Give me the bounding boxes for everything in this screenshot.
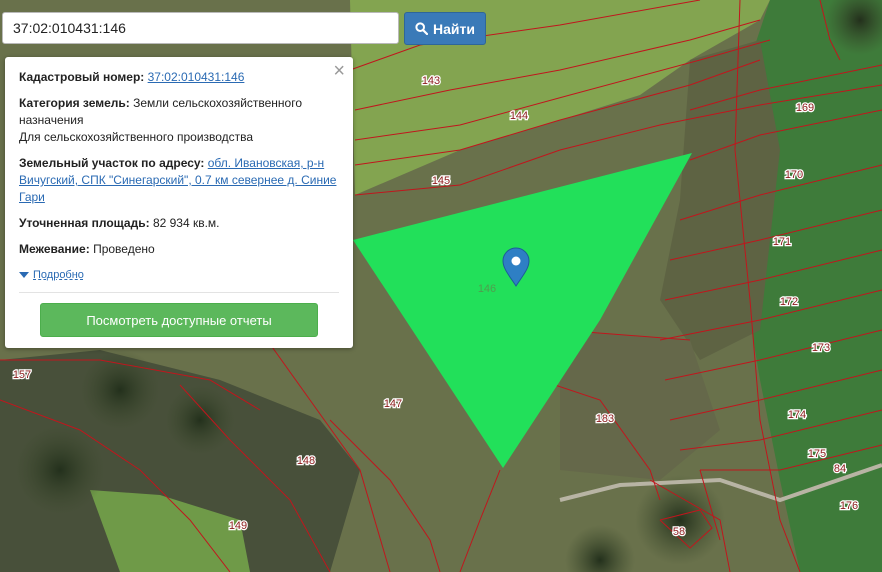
- area-row: Уточненная площадь: 82 934 кв.м.: [19, 215, 339, 232]
- parcel-label: 173: [812, 342, 830, 354]
- cadastral-number-link[interactable]: 37:02:010431:146: [148, 70, 245, 84]
- parcel-label: 144: [510, 110, 528, 122]
- close-icon[interactable]: ×: [333, 61, 345, 81]
- search-icon: [415, 22, 429, 35]
- category-label: Категория земель:: [19, 96, 130, 110]
- search-button[interactable]: Найти: [404, 12, 486, 45]
- parcel-label: 58: [673, 526, 685, 538]
- address-label: Земельный участок по адресу:: [19, 156, 205, 170]
- area-label: Уточненная площадь:: [19, 216, 150, 230]
- parcel-label: 176: [840, 500, 858, 512]
- parcel-label: 143: [422, 75, 440, 87]
- parcel-label: 175: [808, 448, 826, 460]
- parcel-label: 174: [788, 409, 806, 421]
- details-label: Подробно: [33, 269, 84, 281]
- survey-row: Межевание: Проведено: [19, 241, 339, 258]
- category-row: Категория земель: Земли сельскохозяйстве…: [19, 95, 339, 146]
- cadastral-row: Кадастровый номер: 37:02:010431:146: [19, 69, 339, 86]
- survey-label: Межевание:: [19, 242, 90, 256]
- address-row: Земельный участок по адресу: обл. Иванов…: [19, 155, 339, 206]
- parcel-info-panel: × Кадастровый номер: 37:02:010431:146 Ка…: [5, 57, 353, 348]
- parcel-label: 183: [596, 413, 614, 425]
- parcel-label: 148: [297, 455, 315, 467]
- caret-down-icon: [19, 272, 29, 278]
- tree-clump: [15, 425, 105, 515]
- parcel-label: 147: [384, 398, 402, 410]
- area-value: 82 934 кв.м.: [152, 216, 220, 230]
- search-input[interactable]: [2, 12, 399, 44]
- parcel-label: 169: [796, 102, 814, 114]
- divider: [19, 292, 339, 293]
- selected-parcel-label: 146: [478, 283, 496, 295]
- parcel-label: 170: [785, 169, 803, 181]
- parcel-label: 157: [13, 369, 31, 381]
- survey-value: Проведено: [93, 242, 155, 256]
- category-purpose: Для сельскохозяйственного производства: [19, 130, 254, 144]
- parcel-label: 171: [773, 236, 791, 248]
- parcel-label: 149: [229, 520, 247, 532]
- parcel-label: 172: [780, 296, 798, 308]
- tree-clump: [635, 475, 725, 565]
- parcel-label: 145: [432, 175, 450, 187]
- tree-clump: [80, 350, 160, 430]
- cadastral-label: Кадастровый номер:: [19, 70, 145, 84]
- details-toggle[interactable]: Подробно: [19, 267, 339, 284]
- parcel-label: 84: [834, 463, 846, 475]
- view-reports-button[interactable]: Посмотреть доступные отчеты: [40, 303, 318, 337]
- search-button-label: Найти: [433, 20, 475, 37]
- tree-clump: [165, 385, 235, 455]
